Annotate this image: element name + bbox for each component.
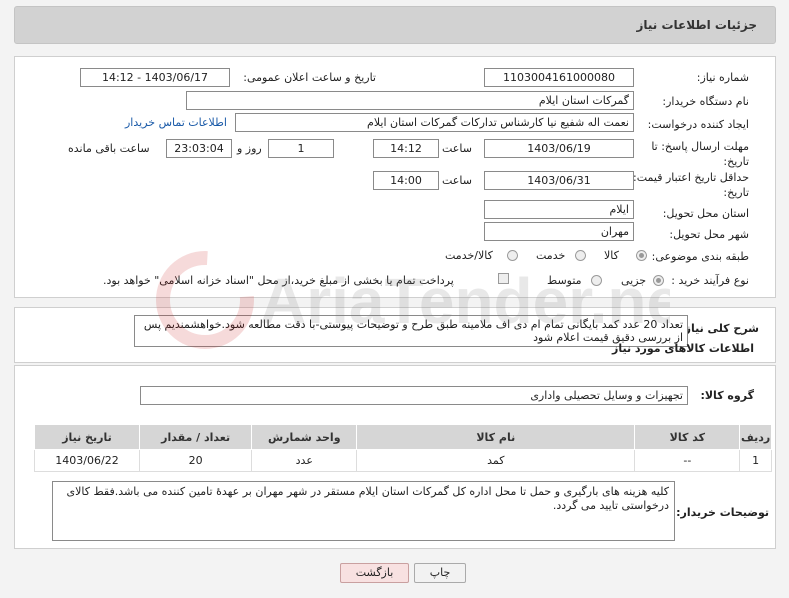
price-validity-label: حداقل تاریخ اعتبار قیمت: تا تاریخ: bbox=[623, 171, 749, 199]
province-label: استان محل تحویل: bbox=[662, 207, 749, 220]
days-remaining-field: 1 bbox=[268, 139, 334, 158]
cell-date: 1403/06/22 bbox=[34, 449, 140, 472]
category-option-goods-service: کالا/خدمت bbox=[445, 249, 493, 262]
page-title: جزئیات اطلاعات نیاز bbox=[636, 18, 757, 32]
buyer-notes-textarea[interactable]: کلیه هزینه های بارگیری و حمل تا محل ادار… bbox=[52, 481, 675, 541]
deadline-date-field: 1403/06/19 bbox=[484, 139, 634, 158]
goods-section-title: اطلاعات کالاهای مورد نیاز bbox=[612, 342, 754, 355]
goods-table-wrapper: ردیف کد کالا نام کالا واحد شمارش تعداد /… bbox=[34, 424, 772, 472]
buyer-notes-label: توضیحات خریدار: bbox=[676, 506, 769, 519]
category-radio-service[interactable] bbox=[575, 250, 586, 261]
purchase-radio-minor[interactable] bbox=[653, 275, 664, 286]
cell-unit: عدد bbox=[251, 449, 358, 472]
remaining-time-label: ساعت باقی مانده bbox=[68, 142, 150, 155]
goods-group-field: تجهیزات و وسایل تحصیلی واداری bbox=[140, 386, 688, 405]
purchase-radio-medium[interactable] bbox=[591, 275, 602, 286]
need-number-label: شماره نیاز: bbox=[696, 71, 749, 84]
category-radio-goods-service[interactable] bbox=[507, 250, 518, 261]
days-label: روز و bbox=[237, 142, 262, 155]
table-row: 1 -- کمد عدد 20 1403/06/22 bbox=[34, 449, 772, 472]
treasury-payment-checkbox[interactable] bbox=[498, 273, 509, 284]
treasury-payment-note: پرداخت تمام یا بخشی از مبلغ خرید،از محل … bbox=[103, 274, 454, 287]
print-button[interactable]: چاپ bbox=[414, 563, 466, 583]
col-date-header: تاریخ نیاز bbox=[34, 424, 140, 450]
remaining-time-field: 23:03:04 bbox=[166, 139, 232, 158]
validity-time-field: 14:00 bbox=[373, 171, 439, 190]
cell-code: -- bbox=[634, 449, 741, 472]
validity-time-label: ساعت bbox=[442, 174, 472, 187]
goods-table: ردیف کد کالا نام کالا واحد شمارش تعداد /… bbox=[34, 424, 772, 472]
deadline-time-field: 14:12 bbox=[373, 139, 439, 158]
back-button[interactable]: بازگشت bbox=[340, 563, 409, 583]
col-row-header: ردیف bbox=[739, 424, 772, 450]
deadline-label: مهلت ارسال پاسخ: تا تاریخ: bbox=[651, 140, 749, 168]
buyer-org-field: گمرکات استان ایلام bbox=[186, 91, 634, 110]
col-code-header: کد کالا bbox=[634, 424, 741, 450]
col-qty-header: تعداد / مقدار bbox=[138, 424, 253, 450]
page-header: جزئیات اطلاعات نیاز bbox=[14, 6, 776, 44]
col-unit-header: واحد شمارش bbox=[251, 424, 358, 450]
province-field: ایلام bbox=[484, 200, 634, 219]
cell-row: 1 bbox=[739, 449, 772, 472]
city-field: مهران bbox=[484, 222, 634, 241]
validity-date-field: 1403/06/31 bbox=[484, 171, 634, 190]
requester-field: نعمت اله شفیع نیا کارشناس تدارکات گمرکات… bbox=[235, 113, 634, 132]
buyer-org-label: نام دستگاه خریدار: bbox=[662, 95, 749, 108]
description-textarea[interactable]: تعداد 20 عدد کمد بایگانی تمام ام دی اف م… bbox=[134, 315, 688, 347]
deadline-time-label: ساعت bbox=[442, 142, 472, 155]
requester-label: ایجاد کننده درخواست: bbox=[647, 118, 749, 131]
category-option-goods: کالا bbox=[604, 249, 619, 262]
announce-datetime-field: 1403/06/17 - 14:12 bbox=[80, 68, 230, 87]
goods-table-header-row: ردیف کد کالا نام کالا واحد شمارش تعداد /… bbox=[34, 424, 772, 450]
description-label: شرح کلی نیاز: bbox=[680, 322, 759, 335]
category-radio-goods[interactable] bbox=[636, 250, 647, 261]
category-label: طبقه بندی موضوعی: bbox=[651, 250, 749, 263]
goods-group-label: گروه کالا: bbox=[700, 389, 754, 402]
purchase-type-label: نوع فرآیند خرید : bbox=[671, 274, 749, 287]
category-option-service: خدمت bbox=[536, 249, 566, 262]
need-number-field: 1103004161000080 bbox=[484, 68, 634, 87]
purchase-option-medium: متوسط bbox=[547, 274, 582, 287]
announce-datetime-label: تاریخ و ساعت اعلان عمومی: bbox=[243, 71, 376, 84]
col-name-header: نام کالا bbox=[356, 424, 636, 450]
buyer-contact-link[interactable]: اطلاعات تماس خریدار bbox=[125, 116, 227, 129]
cell-qty: 20 bbox=[138, 449, 253, 472]
city-label: شهر محل تحویل: bbox=[669, 228, 749, 241]
cell-name: کمد bbox=[356, 449, 636, 472]
purchase-option-minor: جزیی bbox=[621, 274, 647, 287]
